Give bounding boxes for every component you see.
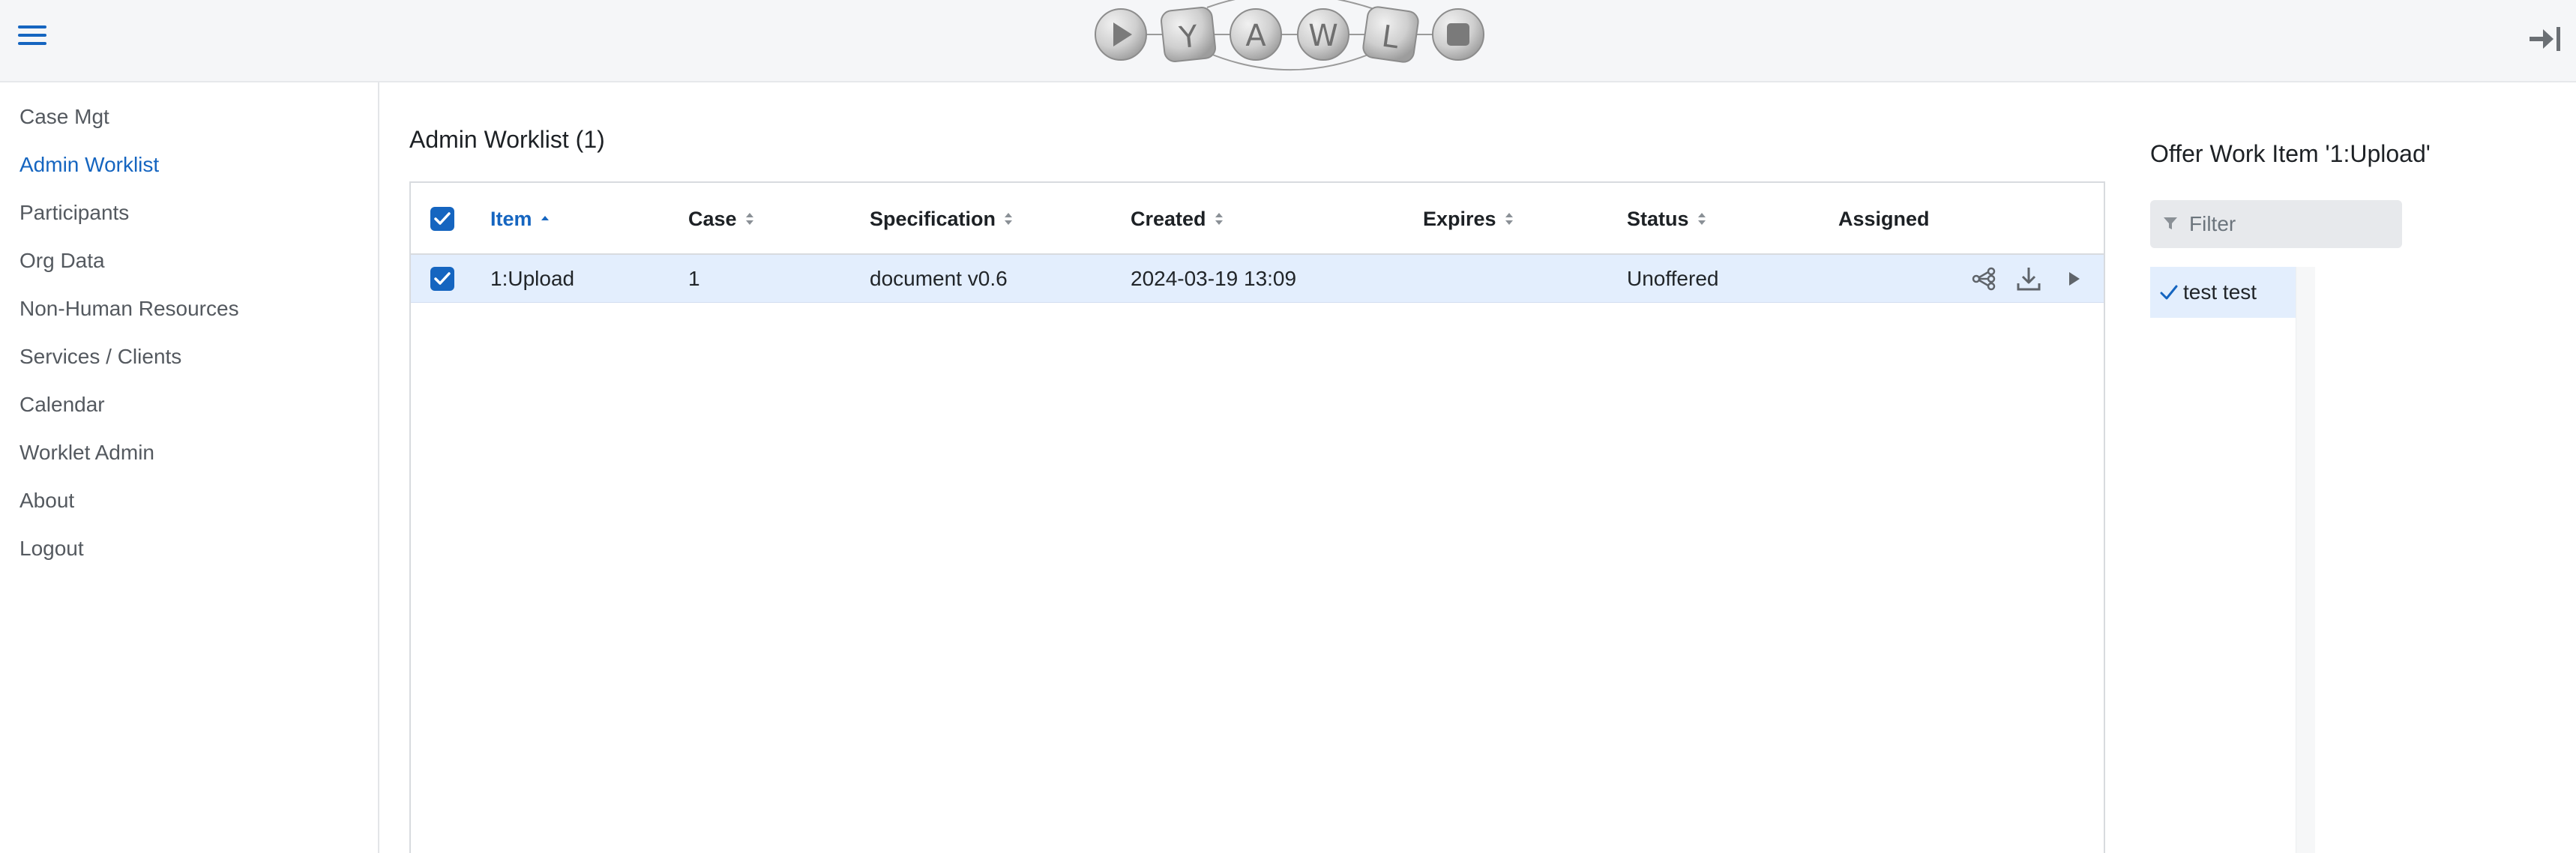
column-header-specification[interactable]: Specification xyxy=(870,183,1014,255)
column-header-status[interactable]: Status xyxy=(1627,183,1707,255)
select-all-checkbox[interactable] xyxy=(430,207,454,231)
participant-list-item[interactable]: test test xyxy=(2150,267,2296,318)
column-header-specification-label: Specification xyxy=(870,208,996,230)
sidebar-item-non-human-resources[interactable]: Non-Human Resources xyxy=(0,285,378,333)
sidebar-item-services-clients[interactable]: Services / Clients xyxy=(0,333,378,381)
sidebar: Case Mgt Admin Worklist Participants Org Da… xyxy=(0,82,379,853)
column-header-item-label: Item xyxy=(490,208,532,230)
cell-specification: document v0.6 xyxy=(870,267,1008,290)
cell-status: Unoffered xyxy=(1627,267,1719,290)
participant-list-scrollbar[interactable] xyxy=(2296,267,2315,853)
table-row[interactable]: 1:Upload 1 document v0.6 2024-03-19 13:0… xyxy=(411,255,2104,303)
sort-icon xyxy=(1505,212,1513,225)
row-select-checkbox[interactable] xyxy=(430,267,454,291)
column-header-expires-label: Expires xyxy=(1423,208,1496,230)
check-icon xyxy=(2160,285,2178,300)
column-header-item[interactable]: Item xyxy=(490,183,550,255)
sidebar-item-admin-worklist[interactable]: Admin Worklist xyxy=(0,141,378,189)
top-bar: Y A W L xyxy=(0,0,2576,82)
filter-input[interactable]: Filter xyxy=(2150,200,2402,248)
sidebar-item-logout[interactable]: Logout xyxy=(0,525,378,573)
column-header-case[interactable]: Case xyxy=(688,183,755,255)
logo-letter-w: W xyxy=(1308,19,1338,53)
download-icon[interactable] xyxy=(2015,265,2042,292)
filter-placeholder: Filter xyxy=(2189,212,2236,235)
sort-icon xyxy=(1005,212,1013,225)
participant-list: test test xyxy=(2150,267,2315,853)
hierarchy-icon[interactable] xyxy=(1970,265,1997,292)
column-header-assigned: Assigned xyxy=(1838,208,1930,230)
sidebar-item-participants[interactable]: Participants xyxy=(0,189,378,237)
sort-icon xyxy=(1697,212,1706,225)
logo-letter-a: A xyxy=(1245,19,1266,53)
cell-created: 2024-03-19 13:09 xyxy=(1131,267,1297,290)
column-header-expires[interactable]: Expires xyxy=(1423,183,1514,255)
cell-item: 1:Upload xyxy=(490,267,575,290)
column-header-created[interactable]: Created xyxy=(1131,183,1224,255)
table-header: Item Case Specification Created Expires … xyxy=(411,183,2104,255)
page-title: Admin Worklist (1) xyxy=(409,126,605,153)
sort-icon xyxy=(745,212,753,225)
offer-panel-title: Offer Work Item '1:Upload' xyxy=(2150,140,2431,167)
sidebar-nav: Case Mgt Admin Worklist Participants Org Da… xyxy=(0,82,378,573)
column-header-created-label: Created xyxy=(1131,208,1206,230)
play-icon[interactable] xyxy=(2060,265,2087,292)
filter-funnel-icon xyxy=(2164,217,2177,229)
column-header-case-label: Case xyxy=(688,208,737,230)
column-header-status-label: Status xyxy=(1627,208,1689,230)
sidebar-item-org-data[interactable]: Org Data xyxy=(0,237,378,285)
sidebar-item-worklet-admin[interactable]: Worklet Admin xyxy=(0,429,378,477)
sidebar-item-case-mgt[interactable]: Case Mgt xyxy=(0,93,378,141)
participant-label: test test xyxy=(2183,280,2257,304)
sidebar-item-calendar[interactable]: Calendar xyxy=(0,381,378,429)
sidebar-item-about[interactable]: About xyxy=(0,477,378,525)
sign-out-arrow-icon[interactable] xyxy=(2527,22,2563,55)
worklist-table: Item Case Specification Created Expires … xyxy=(409,181,2105,853)
sort-ascending-icon xyxy=(541,215,549,220)
sort-icon xyxy=(1215,212,1223,225)
yawl-logo: Y A W L xyxy=(1087,0,1492,82)
cell-case: 1 xyxy=(688,267,700,290)
hamburger-menu-icon[interactable] xyxy=(18,25,46,48)
